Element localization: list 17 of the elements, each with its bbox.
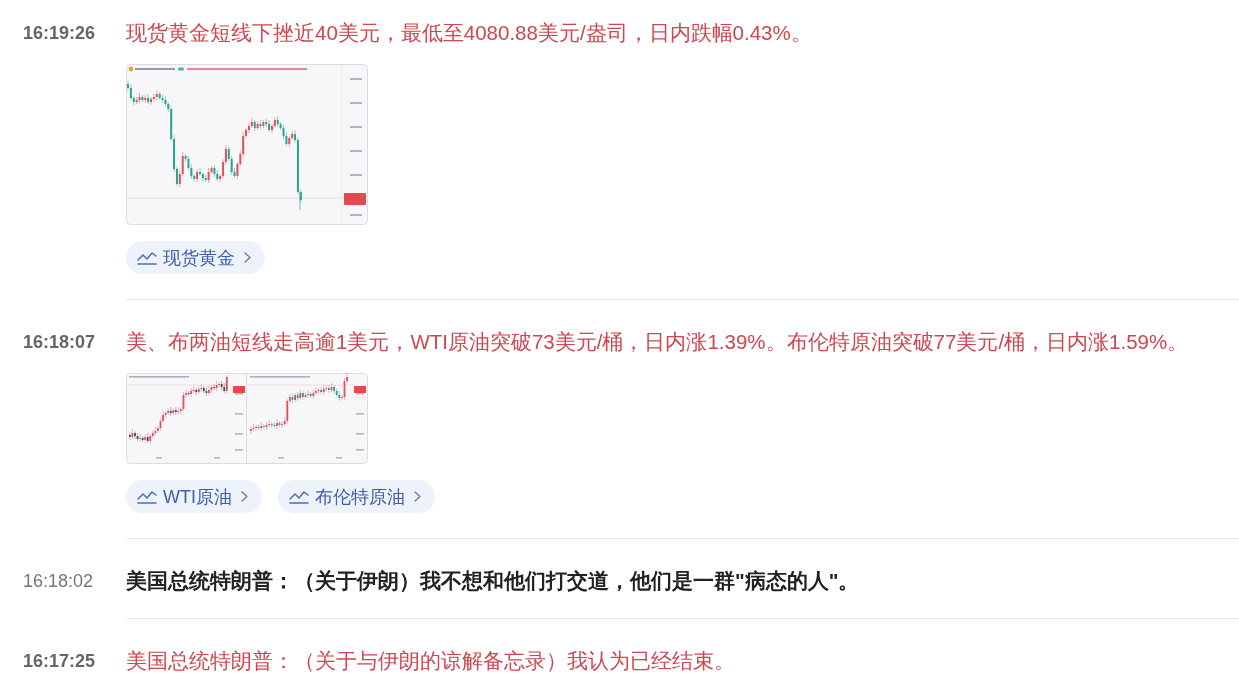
news-time: 16:18:02 [23, 570, 95, 593]
news-headline: 现货黄金短线下挫近40美元，最低至4080.88美元/盎司，日内跌幅0.43%。 [126, 21, 813, 45]
chevron-right-icon [241, 491, 248, 502]
news-headline: 美国总统特朗普：（关于与伊朗的谅解备忘录）我认为已经结束。 [126, 649, 736, 673]
instrument-tag[interactable]: 布伦特原油 [278, 480, 435, 513]
trend-line-icon [289, 489, 309, 504]
trend-line-icon [137, 250, 157, 265]
instrument-tag[interactable]: WTI原油 [126, 480, 262, 513]
news-time: 16:18:07 [23, 331, 97, 354]
chevron-right-icon [414, 491, 421, 502]
news-time: 16:17:25 [23, 650, 97, 673]
chevron-right-icon [244, 252, 251, 263]
instrument-tag[interactable]: 现货黄金 [126, 241, 265, 274]
news-headline: 美国总统特朗普：（关于伊朗）我不想和他们打交道，他们是一群"病态的人"。 [126, 569, 861, 593]
news-headline: 美、布两油短线走高逾1美元，WTI原油突破73美元/桶，日内涨1.39%。布伦特原油突破77美元/桶，日内涨1.59%。 [126, 330, 1190, 354]
trend-line-icon [137, 489, 157, 504]
news-time: 16:19:26 [23, 22, 97, 45]
